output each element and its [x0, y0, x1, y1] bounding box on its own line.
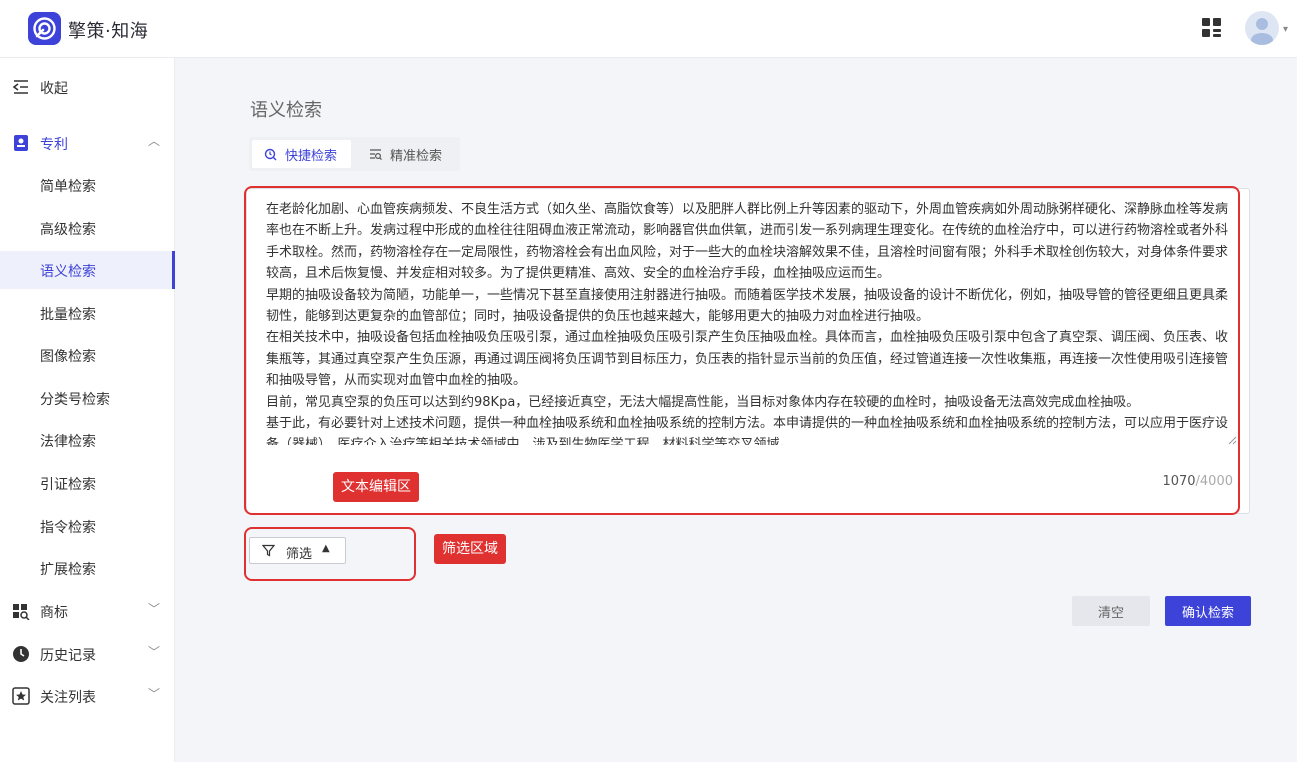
sidebar-item-classification-search[interactable]: 分类号检索 — [0, 379, 175, 417]
sidebar-item-simple-search[interactable]: 简单检索 — [0, 166, 175, 204]
page-title: 语义检索 — [250, 100, 322, 121]
chevron-down-icon: ﹀ — [148, 687, 161, 701]
tab-label: 精准检索 — [390, 148, 443, 164]
editor-annotation-box — [244, 186, 1240, 515]
chevron-down-icon[interactable]: ▾ — [1283, 24, 1288, 35]
sidebar-section-trademark[interactable]: 商标 ﹀ — [0, 592, 175, 630]
sidebar-item-label: 扩展检索 — [40, 562, 96, 578]
caret-up-icon: ▲ — [322, 543, 330, 554]
sidebar-item-image-search[interactable]: 图像检索 — [0, 336, 175, 374]
trademark-icon — [13, 604, 30, 620]
clear-button[interactable]: 清空 — [1072, 596, 1150, 626]
search-mode-tabs: 快捷检索 精准检索 — [249, 137, 460, 171]
apps-grid-icon[interactable] — [1202, 18, 1222, 38]
sidebar-section-watchlist[interactable]: 关注列表 ﹀ — [0, 677, 175, 715]
user-avatar[interactable] — [1245, 11, 1279, 45]
sidebar-item-label: 指令检索 — [40, 520, 96, 536]
clock-icon — [13, 646, 29, 662]
app-logo[interactable] — [28, 12, 61, 45]
sidebar-section-label: 商标 — [40, 605, 68, 621]
sidebar-item-label: 批量检索 — [40, 307, 96, 323]
confirm-search-button[interactable]: 确认检索 — [1165, 596, 1251, 626]
top-header: 擎策·知海 ▾ — [0, 0, 1297, 58]
tab-label: 快捷检索 — [285, 148, 338, 164]
sidebar-section-label: 历史记录 — [40, 648, 96, 664]
sidebar-item-label: 高级检索 — [40, 222, 96, 238]
sidebar-item-batch-search[interactable]: 批量检索 — [0, 294, 175, 332]
chevron-down-icon: ﹀ — [148, 602, 161, 616]
sidebar-item-advanced-search[interactable]: 高级检索 — [0, 209, 175, 247]
sidebar-item-label: 简单检索 — [40, 179, 96, 195]
collapse-label: 收起 — [40, 81, 68, 97]
app-title: 擎策·知海 — [68, 21, 149, 42]
funnel-icon — [262, 544, 275, 557]
sidebar-section-history[interactable]: 历史记录 ﹀ — [0, 635, 175, 673]
filter-button[interactable]: 筛选 ▲ — [249, 537, 346, 564]
collapse-menu-icon — [12, 80, 28, 94]
filter-annotation-label: 筛选区域 — [434, 534, 506, 564]
sidebar-collapse[interactable]: 收起 — [0, 68, 175, 106]
tab-quick-search[interactable]: 快捷检索 — [252, 140, 351, 168]
sidebar-item-command-search[interactable]: 指令检索 — [0, 507, 175, 545]
user-icon — [1251, 18, 1273, 45]
sidebar: 收起 专利 ︿ 简单检索 高级检索 语义检索 批量检索 图像检索 分类号检索 法… — [0, 58, 175, 762]
editor-annotation-label: 文本编辑区 — [333, 472, 419, 502]
sidebar-item-label: 图像检索 — [40, 349, 96, 365]
sidebar-item-legal-search[interactable]: 法律检索 — [0, 421, 175, 459]
sidebar-item-label: 语义检索 — [40, 264, 96, 280]
chevron-down-icon: ﹀ — [148, 645, 161, 659]
sidebar-item-label: 引证检索 — [40, 477, 96, 493]
precise-search-icon — [370, 148, 382, 160]
quick-search-icon — [264, 148, 277, 160]
sidebar-item-label: 分类号检索 — [40, 392, 110, 408]
sidebar-item-label: 法律检索 — [40, 434, 96, 450]
star-icon — [12, 687, 30, 705]
sidebar-item-citation-search[interactable]: 引证检索 — [0, 464, 175, 502]
sidebar-item-semantic-search[interactable]: 语义检索 — [0, 251, 175, 289]
tab-precise-search[interactable]: 精准检索 — [357, 140, 457, 168]
logo-icon — [33, 17, 56, 40]
filter-label: 筛选 — [286, 547, 313, 562]
chevron-up-icon: ︿ — [148, 134, 161, 148]
sidebar-section-patent[interactable]: 专利 ︿ — [0, 124, 175, 162]
sidebar-item-extended-search[interactable]: 扩展检索 — [0, 549, 175, 587]
sidebar-section-label: 专利 — [40, 137, 68, 153]
patent-icon — [14, 135, 28, 151]
sidebar-section-label: 关注列表 — [40, 690, 96, 706]
